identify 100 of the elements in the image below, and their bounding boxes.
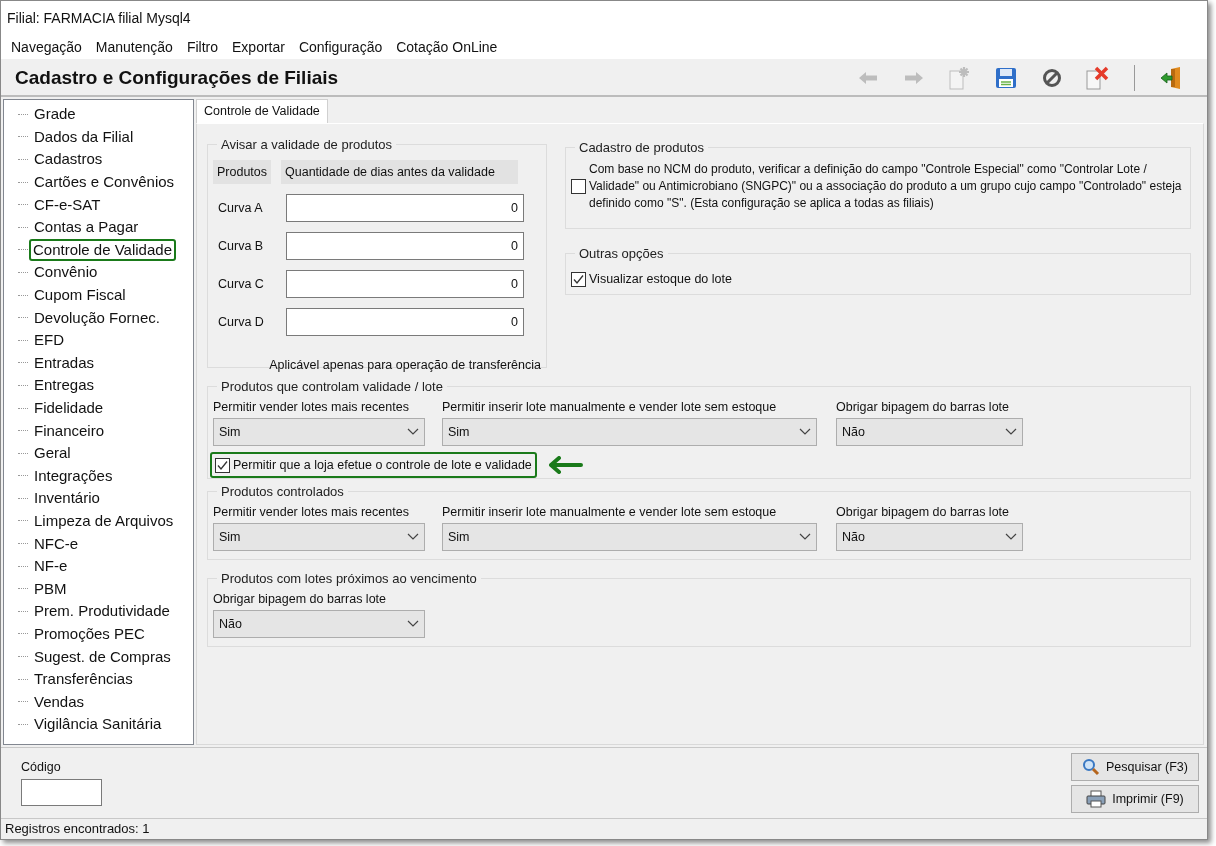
tree-item[interactable]: Dados da Filial <box>32 127 136 146</box>
column-header: Quantidade de dias antes da validade <box>281 160 519 184</box>
tree-item[interactable]: Cupom Fiscal <box>32 286 128 305</box>
group-title: Produtos que controlam validade / lote <box>221 379 443 394</box>
footer-button[interactable]: Pesquisar (F3) <box>1071 753 1199 781</box>
group-title: Produtos controlados <box>221 484 344 499</box>
chevron-down-icon <box>407 620 419 628</box>
checkbox-option[interactable]: Permitir que a loja efetue o controle de lote e validade <box>210 452 537 478</box>
tree-item[interactable]: Integrações <box>32 466 115 485</box>
tree-item[interactable]: Devolução Fornec. <box>32 308 162 327</box>
dropdown[interactable]: Não <box>836 523 1023 551</box>
menu-item[interactable]: Exportar <box>226 36 291 58</box>
exit-door-icon <box>1159 66 1183 90</box>
tab[interactable]: Controle de Validade <box>196 99 328 123</box>
group-title: Produtos com lotes próximos ao vencimento <box>221 571 477 586</box>
row-label: Curva B <box>217 237 265 255</box>
input-field[interactable]: 0 <box>286 308 524 336</box>
page-heading: Cadastro e Configurações de Filiais <box>15 65 339 90</box>
row-label: Curva C <box>217 275 265 293</box>
chevron-down-icon <box>1005 428 1017 436</box>
select-label: Obrigar bipagem do barras lote <box>213 591 387 607</box>
tree-item[interactable]: Vendas <box>32 692 87 711</box>
tree-item[interactable]: Prem. Produtividade <box>32 602 172 621</box>
tree-item[interactable]: Vigilância Sanitária <box>32 715 164 734</box>
tree-item[interactable]: Transferências <box>32 670 135 689</box>
checkbox[interactable] <box>215 457 230 473</box>
tree-item[interactable]: Controle de Validade <box>29 238 176 261</box>
group-title: Cadastro de produtos <box>579 140 705 155</box>
dropdown-value: Não <box>219 615 242 633</box>
field-label: Código <box>21 759 62 776</box>
tree-item[interactable]: Entregas <box>32 376 97 395</box>
tree-item[interactable]: Cadastros <box>32 150 105 169</box>
tree-item[interactable]: NF-e <box>32 557 70 576</box>
row-label: Curva A <box>217 199 264 217</box>
chevron-down-icon <box>407 533 419 541</box>
dropdown[interactable]: Não <box>836 418 1023 446</box>
select-label: Permitir vender lotes mais recentes <box>213 399 410 415</box>
tree-item[interactable]: Inventário <box>32 489 102 508</box>
select-label: Permitir inserir lote manualmente e vender lote sem estoque <box>442 399 778 415</box>
group-title: Outras opções <box>579 246 664 261</box>
chevron-down-icon <box>799 533 811 541</box>
tree-item[interactable]: EFD <box>32 331 66 350</box>
prohibited-icon <box>1042 68 1062 88</box>
tree-item[interactable]: Sugest. de Compras <box>32 647 173 666</box>
input-field[interactable]: 0 <box>286 232 524 260</box>
checkbox[interactable] <box>571 271 586 287</box>
tree-item[interactable]: Limpeza de Arquivos <box>32 512 176 530</box>
note-text: Aplicável apenas para operação de transferência <box>269 358 541 372</box>
search-icon <box>1082 758 1100 776</box>
tree-item[interactable]: CF-e-SAT <box>32 195 103 214</box>
dropdown[interactable]: Sim <box>442 418 817 446</box>
dropdown[interactable]: Não <box>213 610 425 638</box>
status-text: Registros encontrados: 1 <box>5 820 150 839</box>
dropdown-value: Sim <box>219 423 241 441</box>
checkbox-label: Visualizar estoque do lote <box>589 271 732 288</box>
tree-item[interactable]: Cartões e Convênios <box>32 173 177 192</box>
dropdown[interactable]: Sim <box>213 418 425 446</box>
printer-icon <box>1086 790 1107 808</box>
column-header: Produtos <box>213 160 272 184</box>
dropdown-value: Não <box>842 423 865 441</box>
checkbox-label: Permitir que a loja efetue o controle de lote e validade <box>233 456 532 474</box>
tree-item[interactable]: Entradas <box>32 353 97 372</box>
chevron-down-icon <box>1005 533 1017 541</box>
right-arrow-icon <box>904 71 924 85</box>
tree-item[interactable]: Grade <box>32 105 78 124</box>
select-label: Obrigar bipagem do barras lote <box>836 399 1010 415</box>
menu-item[interactable]: Navegação <box>5 36 88 58</box>
select-label: Obrigar bipagem do barras lote <box>836 504 1010 520</box>
dropdown[interactable]: Sim <box>213 523 425 551</box>
menu-item[interactable]: Manutenção <box>89 36 179 58</box>
select-label: Permitir vender lotes mais recentes <box>213 504 410 520</box>
checkbox[interactable] <box>571 179 586 194</box>
dropdown-value: Sim <box>448 423 470 441</box>
menu-item[interactable]: Filtro <box>180 36 224 58</box>
left-arrow-icon <box>858 71 878 85</box>
tree-item[interactable]: Financeiro <box>32 421 107 440</box>
left-arrow-icon <box>548 456 583 474</box>
dropdown-value: Não <box>842 528 865 546</box>
dropdown-value: Sim <box>219 528 241 546</box>
row-label: Curva D <box>217 313 265 331</box>
input-field[interactable]: 0 <box>286 194 524 222</box>
tree-item[interactable]: Contas a Pagar <box>32 218 141 237</box>
code-field[interactable] <box>21 778 102 806</box>
dropdown-value: Sim <box>448 528 470 546</box>
dropdown[interactable]: Sim <box>442 523 817 551</box>
chevron-down-icon <box>799 428 811 436</box>
menu-item[interactable]: Cotação OnLine <box>390 36 504 58</box>
tree-item[interactable]: NFC-e <box>32 534 81 553</box>
tree-item[interactable]: Fidelidade <box>32 399 106 417</box>
group-title: Avisar a validade de produtos <box>221 137 393 152</box>
tree-item[interactable]: PBM <box>32 579 69 598</box>
footer-button[interactable]: Imprimir (F9) <box>1071 785 1199 813</box>
menu-item[interactable]: Configuração <box>292 36 389 58</box>
select-label: Permitir inserir lote manualmente e vender lote sem estoque <box>442 504 778 520</box>
input-field[interactable]: 0 <box>286 270 524 298</box>
tree-item[interactable]: Convênio <box>32 263 100 282</box>
delete-document-icon <box>1086 66 1110 90</box>
chevron-down-icon <box>407 428 419 436</box>
tree-item[interactable]: Promoções PEC <box>32 624 147 643</box>
tree-item[interactable]: Geral <box>32 444 73 463</box>
